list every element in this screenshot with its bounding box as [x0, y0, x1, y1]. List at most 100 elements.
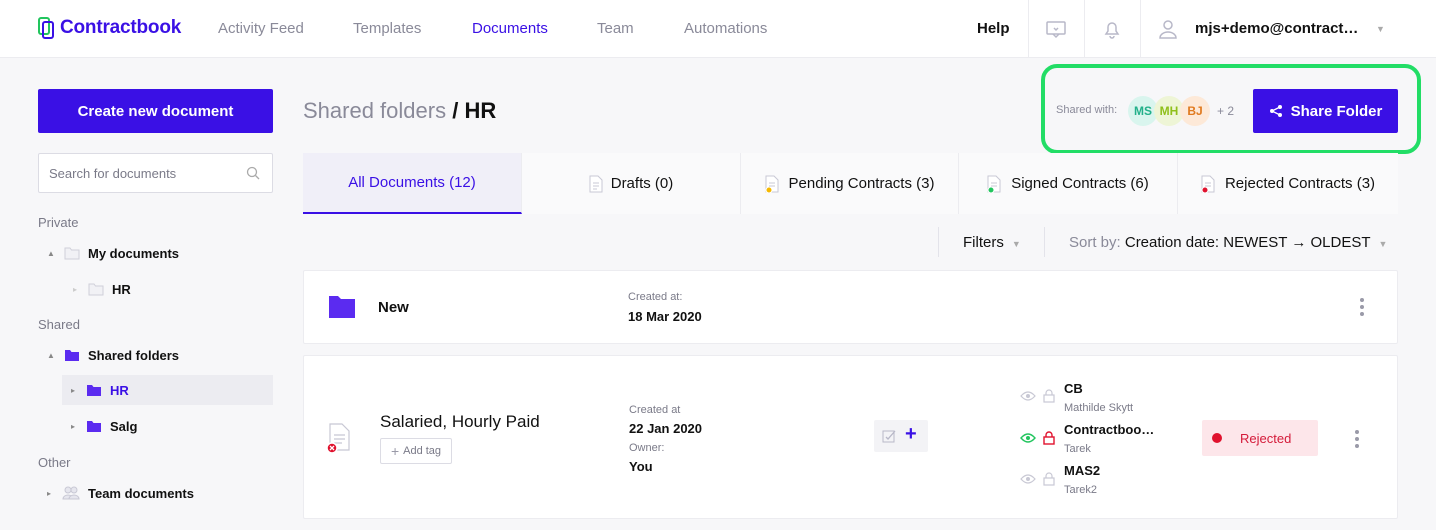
tab-label: All Documents (12)	[348, 174, 476, 191]
tab-rejected-contracts[interactable]: Rejected Contracts (3)	[1178, 153, 1398, 214]
tab-drafts[interactable]: Drafts (0)	[522, 153, 741, 214]
tab-signed-contracts[interactable]: Signed Contracts (6)	[959, 153, 1178, 214]
tree-item-label: Salg	[110, 418, 138, 434]
nav-divider	[1084, 0, 1085, 58]
search-icon[interactable]	[246, 166, 260, 180]
caret-right-icon[interactable]: ▸	[68, 386, 78, 395]
caret-right-icon[interactable]: ▸	[44, 489, 54, 498]
top-navigation: Contractbook Activity Feed Templates Doc…	[0, 0, 1436, 58]
created-label: Created at	[629, 404, 681, 416]
tree-item-team-documents[interactable]: ▸ Team documents	[44, 478, 194, 508]
highlight-annotation	[1041, 64, 1421, 154]
folder-row[interactable]: New Created at: 18 Mar 2020	[303, 270, 1398, 344]
more-options-icon[interactable]	[1354, 430, 1360, 448]
nav-divider	[1140, 0, 1141, 58]
tree-item-private-hr[interactable]: ▸ HR	[70, 274, 131, 304]
create-new-document-button[interactable]: Create new document	[38, 89, 273, 133]
status-dot	[1212, 433, 1222, 443]
status-badge: Rejected	[1202, 420, 1318, 456]
contractbook-logo-icon	[38, 17, 54, 39]
tab-label: Pending Contracts (3)	[788, 175, 935, 192]
sort-value: Creation date: NEWEST → OLDEST	[1124, 234, 1371, 251]
section-heading-private: Private	[38, 215, 79, 230]
search-input[interactable]	[39, 154, 229, 192]
created-value: 18 Mar 2020	[628, 309, 702, 324]
more-options-icon[interactable]	[1359, 298, 1365, 316]
tree-item-shared-folders[interactable]: ▲ Shared folders	[46, 340, 179, 370]
folder-icon	[87, 385, 101, 396]
lock-icon	[1043, 472, 1055, 486]
caret-up-icon[interactable]: ▲	[46, 249, 56, 258]
breadcrumb-parent[interactable]: Shared folders	[303, 98, 446, 123]
chevron-down-icon[interactable]: ▼	[1376, 24, 1385, 34]
signer-sub: Mathilde Skytt	[1064, 402, 1134, 414]
tree-item-label: HR	[110, 382, 129, 398]
signer-sub: Tarek	[1064, 443, 1091, 455]
tab-label: Signed Contracts (6)	[1011, 175, 1149, 192]
caret-right-icon[interactable]: ▸	[68, 422, 78, 431]
tab-all-documents[interactable]: All Documents (12)	[303, 153, 522, 214]
document-title[interactable]: Salaried, Hourly Paid	[380, 412, 540, 432]
tree-item-label: My documents	[88, 245, 180, 261]
add-tag-button[interactable]: + Add tag	[380, 438, 452, 464]
tab-label: Drafts (0)	[610, 175, 674, 192]
sign-icon[interactable]	[882, 429, 896, 443]
user-menu[interactable]: mjs+demo@contractbook.dk	[1195, 20, 1365, 37]
tree-item-my-documents[interactable]: ▲ My documents	[46, 238, 179, 268]
help-link[interactable]: Help	[977, 20, 1010, 37]
plus-icon: +	[390, 443, 400, 459]
signer-name: MAS2	[1064, 463, 1101, 478]
document-row[interactable]: Salaried, Hourly Paid + Add tag Created …	[303, 355, 1398, 519]
chevron-down-icon: ▼	[1378, 239, 1388, 249]
folder-icon	[65, 350, 79, 361]
feedback-icon[interactable]	[1045, 18, 1067, 40]
owner-value: You	[629, 459, 653, 474]
nav-team[interactable]: Team	[597, 20, 634, 37]
document-icon	[589, 175, 603, 192]
breadcrumb-separator: /	[452, 98, 459, 123]
sort-dropdown[interactable]: Sort by: Creation date: NEWEST → OLDEST ▼	[1069, 234, 1387, 251]
tab-label: Rejected Contracts (3)	[1224, 175, 1376, 192]
signer-sub: Tarek2	[1064, 484, 1098, 496]
created-label: Created at:	[628, 291, 683, 303]
logo[interactable]: Contractbook	[38, 17, 181, 39]
filters-label: Filters	[963, 234, 1004, 251]
nav-automations[interactable]: Automations	[684, 20, 767, 37]
eye-icon[interactable]	[1020, 390, 1036, 402]
signer-name: Contractboo…	[1064, 422, 1155, 437]
status-label: Rejected	[1240, 430, 1292, 446]
tree-item-label: Shared folders	[88, 347, 180, 363]
chevron-down-icon: ▼	[1011, 239, 1021, 249]
caret-right-icon[interactable]: ▸	[70, 285, 80, 294]
toolbar-divider	[1044, 227, 1045, 257]
add-signer-icon[interactable]: +	[905, 423, 917, 446]
tab-pending-contracts[interactable]: Pending Contracts (3)	[741, 153, 959, 214]
folder-icon	[88, 283, 104, 296]
breadcrumb: Shared folders / HR	[303, 98, 496, 124]
document-actions: +	[874, 420, 928, 452]
eye-icon[interactable]	[1020, 432, 1036, 444]
signed-document-icon	[987, 175, 1001, 193]
folder-icon	[329, 296, 355, 318]
tree-item-shared-hr[interactable]: ▸ HR	[62, 375, 273, 405]
signer-name: CB	[1064, 381, 1083, 396]
user-avatar-icon[interactable]	[1157, 18, 1179, 40]
folder-name[interactable]: New	[378, 299, 409, 316]
nav-activity-feed[interactable]: Activity Feed	[218, 20, 304, 37]
caret-up-icon[interactable]: ▲	[46, 351, 56, 360]
tree-item-label: Team documents	[88, 485, 194, 501]
brand-name: Contractbook	[60, 17, 182, 38]
document-tabs: All Documents (12) Drafts (0) Pending Co…	[303, 153, 1398, 214]
tree-item-salg[interactable]: ▸ Salg	[68, 411, 137, 441]
team-icon	[62, 486, 80, 500]
rejected-document-icon	[326, 423, 350, 454]
add-tag-label: Add tag	[403, 445, 442, 457]
section-heading-shared: Shared	[38, 317, 80, 332]
filters-dropdown[interactable]: Filters ▼	[963, 234, 1021, 251]
nav-templates[interactable]: Templates	[353, 20, 421, 37]
owner-label: Owner:	[629, 442, 665, 454]
nav-documents[interactable]: Documents	[472, 20, 548, 37]
section-heading-other: Other	[38, 455, 71, 470]
bell-icon[interactable]	[1101, 18, 1123, 40]
eye-icon[interactable]	[1020, 473, 1036, 485]
